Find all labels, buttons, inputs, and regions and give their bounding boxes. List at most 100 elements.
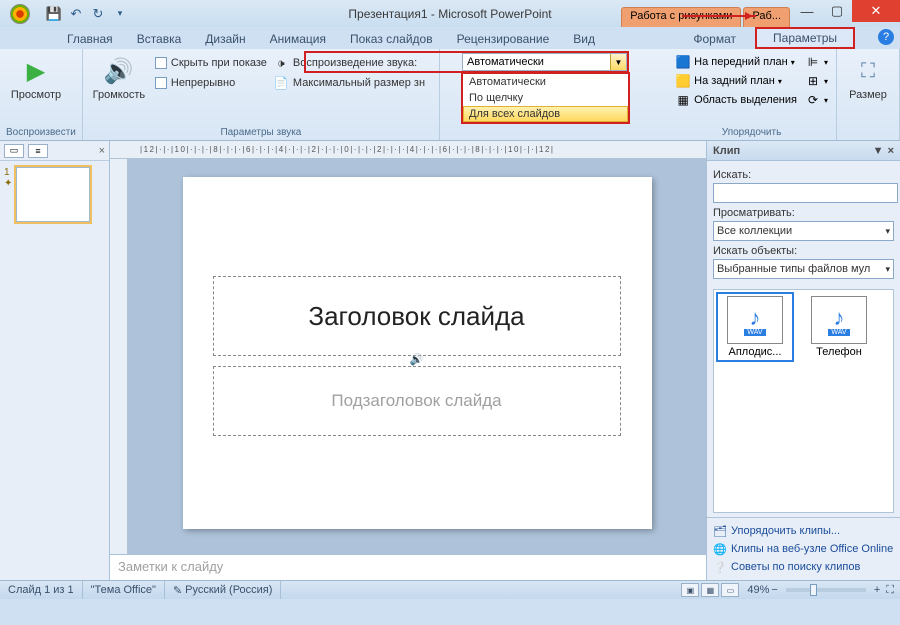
help-icon[interactable]: ? [878,29,894,45]
status-language[interactable]: ✎Русский (Россия) [165,581,282,599]
loop-checkbox[interactable]: Непрерывно [155,75,267,91]
work-area: ▭ ≡ × 1✦ |12|·|·|10|·|·|·|8|·|·|·|6|·|·|… [0,141,900,580]
qat-dropdown-icon[interactable]: ▾ [112,6,128,22]
annotation-arrow-horizontal [682,15,756,17]
slides-tab[interactable]: ▭ [4,144,24,158]
vertical-ruler [110,159,128,554]
slide-thumbnail-1[interactable]: 1✦ [4,167,105,222]
organize-clips-link[interactable]: 🗂Упорядочить клипы... [713,522,894,540]
bring-front-button[interactable]: 🟦На передний план▾ [673,53,799,71]
clip-art-pane: Клип ▼× Искать: Начать Просматривать: Вс… [706,141,900,580]
objects-label: Искать объекты: [713,245,894,257]
hide-during-show-checkbox[interactable]: Скрыть при показе [155,55,267,71]
volume-button[interactable]: 🔊 Громкость [89,51,149,101]
play-sound-dropdown-menu: Автоматически По щелчку Для всех слайдов [461,72,630,124]
group-button[interactable]: ⊞▾ [803,72,830,90]
tab-animation[interactable]: Анимация [258,29,338,49]
tab-view[interactable]: Вид [561,29,607,49]
tab-home[interactable]: Главная [55,29,125,49]
normal-view-button[interactable]: ▣ [681,583,699,597]
window-controls: — ▢ ✕ [792,0,900,22]
subtitle-placeholder[interactable]: Подзаголовок слайда [213,366,621,436]
tab-review[interactable]: Рецензирование [445,29,562,49]
title-placeholder[interactable]: Заголовок слайда [213,276,621,356]
max-size-row[interactable]: 📄 Максимальный размер зн [273,75,433,91]
wav-file-icon: ♪WAV [727,296,783,344]
preview-button[interactable]: ▶ Просмотр [6,51,66,101]
redo-icon[interactable]: ↻ [90,6,106,22]
office-online-link[interactable]: 🌐Клипы на веб-узле Office Online [713,540,894,558]
undo-icon[interactable]: ↶ [68,6,84,22]
notes-pane[interactable]: Заметки к слайду [110,554,706,580]
group-arrange: 🟦На передний план▾ 🟨На задний план▾ ▦Обл… [667,49,837,140]
help-small-icon: ❔ [713,560,727,574]
globe-icon: 🌐 [713,542,727,556]
align-icon: ⊫ [805,54,821,70]
group-play: ▶ Просмотр Воспроизвести [0,49,83,140]
outline-tab[interactable]: ≡ [28,144,48,158]
close-button[interactable]: ✕ [852,0,900,22]
checkbox-icon [155,77,167,89]
minimize-button[interactable]: — [792,0,822,22]
fit-button[interactable]: ⛶ [886,584,894,597]
context-tab-pictures[interactable]: Работа с рисунками [621,7,741,27]
tab-slideshow[interactable]: Показ слайдов [338,29,445,49]
zoom-thumb[interactable] [810,584,817,596]
clip-item-applause[interactable]: ♪WAV Аплодис... [720,296,790,358]
zoom-in-button[interactable]: + [874,584,880,596]
clip-links: 🗂Упорядочить клипы... 🌐Клипы на веб-узле… [707,517,900,580]
save-icon[interactable]: 💾 [46,6,62,22]
pane-menu-icon[interactable]: ▼ [873,145,884,157]
clip-item-phone[interactable]: ♪WAV Телефон [804,296,874,358]
volume-icon: 🔊 [103,55,135,87]
contextual-tabs: Работа с рисунками Раб... [621,0,790,27]
browse-select[interactable]: Все коллекции [713,221,894,241]
ribbon: ▶ Просмотр Воспроизвести 🔊 Громкость Скр… [0,49,900,141]
slides-panel-tabs: ▭ ≡ × [0,141,109,161]
group-size: ⛶ Размер [837,49,900,140]
horizontal-ruler: |12|·|·|10|·|·|·|8|·|·|·|6|·|·|·|4|·|·|·… [110,141,706,159]
zoom-value: 49% [747,584,769,596]
slide-canvas[interactable]: Заголовок слайда 🔊 Подзаголовок слайда [183,177,652,529]
maximize-button[interactable]: ▢ [822,0,852,22]
status-bar: Слайд 1 из 1 "Тема Office" ✎Русский (Рос… [0,580,900,599]
status-theme: "Тема Office" [83,581,165,599]
selection-icon: ▦ [675,92,691,108]
zoom-out-button[interactable]: − [771,584,777,596]
align-button[interactable]: ⊫▾ [803,53,830,71]
dropdown-item-auto[interactable]: Автоматически [463,74,628,90]
dropdown-item-click[interactable]: По щелчку [463,90,628,106]
objects-select[interactable]: Выбранные типы файлов мул [713,259,894,279]
tab-insert[interactable]: Вставка [125,29,194,49]
sound-checkboxes: Скрыть при показе Непрерывно [155,51,267,91]
editor-area: |12|·|·|10|·|·|·|8|·|·|·|6|·|·|·|4|·|·|·… [110,141,706,580]
ribbon-tabs: Главная Вставка Дизайн Анимация Показ сл… [0,27,900,49]
close-panel-icon[interactable]: × [99,145,105,157]
play-sound-dropdown[interactable]: Автоматически ▼ [462,53,627,71]
office-button[interactable] [0,0,40,27]
selection-pane-button[interactable]: ▦Область выделения [673,91,799,109]
search-input[interactable] [713,183,898,203]
search-tips-link[interactable]: ❔Советы по поиску клипов [713,558,894,576]
tab-design[interactable]: Дизайн [193,29,257,49]
pane-close-icon[interactable]: × [888,145,894,157]
rotate-button[interactable]: ⟳▾ [803,91,830,109]
send-back-button[interactable]: 🟨На задний план▾ [673,72,799,90]
slide-stage[interactable]: Заголовок слайда 🔊 Подзаголовок слайда [128,159,706,554]
size-button[interactable]: ⛶ Размер [843,51,893,101]
front-icon: 🟦 [675,54,691,70]
zoom-slider[interactable] [786,588,866,592]
sorter-view-button[interactable]: ▦ [701,583,719,597]
checkbox-icon [155,57,167,69]
tab-format[interactable]: Формат [681,29,748,49]
play-icon: ▶ [20,55,52,87]
titlebar: 💾 ↶ ↻ ▾ Презентация1 - Microsoft PowerPo… [0,0,900,27]
file-size-icon: 📄 [273,75,289,91]
clip-results: ♪WAV Аплодис... ♪WAV Телефон [713,289,894,513]
tab-options[interactable]: Параметры [755,27,855,49]
quick-access-toolbar: 💾 ↶ ↻ ▾ [40,6,134,22]
sound-play-icon: 🕩 [273,55,289,71]
slideshow-view-button[interactable]: ▭ [721,583,739,597]
dropdown-arrow-icon: ▼ [610,54,626,70]
dropdown-item-all-slides[interactable]: Для всех слайдов [463,106,628,122]
